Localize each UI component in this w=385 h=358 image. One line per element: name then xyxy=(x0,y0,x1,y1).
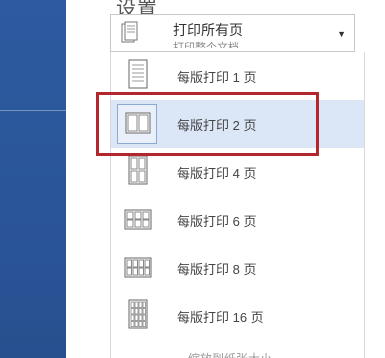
sixteen-pages-icon xyxy=(128,299,148,329)
option-label: 每版打印 16 页 xyxy=(177,310,264,325)
six-pages-icon xyxy=(124,209,152,230)
option-label: 每版打印 4 页 xyxy=(177,166,257,181)
next-option-cutoff: 缩放到纸张大小 xyxy=(188,350,338,358)
one-page-icon xyxy=(128,59,148,89)
pages-stack-icon xyxy=(121,21,138,43)
option-16-pages[interactable]: 每版打印 16 页 xyxy=(111,292,364,340)
four-pages-icon xyxy=(128,155,148,185)
red-highlight-frame xyxy=(96,92,319,156)
option-label: 每版打印 1 页 xyxy=(177,70,257,85)
option-label: 每版打印 6 页 xyxy=(177,214,257,229)
sidebar-divider xyxy=(0,110,66,111)
chevron-down-icon[interactable]: ▼ xyxy=(337,29,346,39)
backstage-sidebar xyxy=(0,0,66,358)
pages-dropdown[interactable]: 打印所有页 打印整个文档 ▼ xyxy=(110,14,355,52)
option-label: 每版打印 8 页 xyxy=(177,262,257,277)
dropdown-selected-sub: 打印整个文档 xyxy=(173,42,239,48)
dropdown-selected-label: 打印所有页 xyxy=(173,22,243,38)
option-8-pages[interactable]: 每版打印 8 页 xyxy=(111,244,364,292)
option-6-pages[interactable]: 每版打印 6 页 xyxy=(111,196,364,244)
eight-pages-icon xyxy=(124,257,152,278)
print-settings-pane: 设置 打印所有页 打印整个文档 ▼ 每版打印 1 页 每版打印 2 页 每版打印… xyxy=(66,0,385,358)
